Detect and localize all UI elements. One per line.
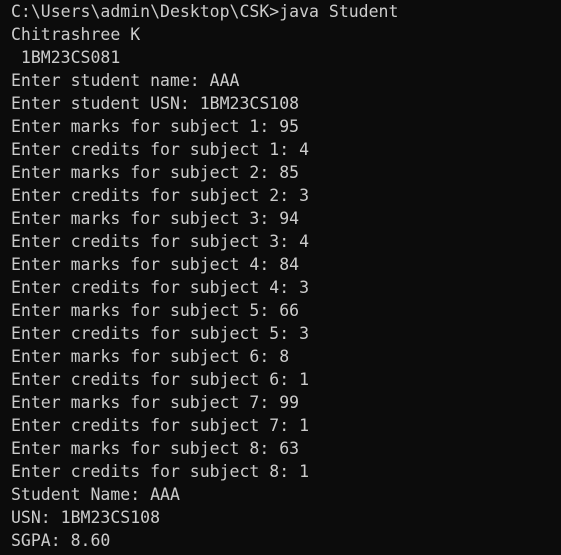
input-marks-subject-2: Enter marks for subject 2: 85 <box>11 163 300 182</box>
input-credits-subject-2: Enter credits for subject 2: 3 <box>11 186 310 205</box>
input-credits-subject-8: Enter credits for subject 8: 1 <box>11 462 310 481</box>
input-marks-subject-8: Enter marks for subject 8: 63 <box>11 439 300 458</box>
output-sgpa: SGPA: 8.60 <box>11 531 111 550</box>
output-student-usn: USN: 1BM23CS108 <box>11 508 161 527</box>
output-student-name: Student Name: AAA <box>11 485 180 504</box>
input-marks-subject-7: Enter marks for subject 7: 99 <box>11 393 300 412</box>
input-credits-subject-1: Enter credits for subject 1: 4 <box>11 140 310 159</box>
input-marks-subject-3: Enter marks for subject 3: 94 <box>11 209 300 228</box>
input-credits-subject-3: Enter credits for subject 3: 4 <box>11 232 310 251</box>
input-credits-subject-4: Enter credits for subject 4: 3 <box>11 278 310 297</box>
input-marks-subject-5: Enter marks for subject 5: 66 <box>11 301 300 320</box>
output-author-name: Chitrashree K <box>11 25 141 44</box>
input-credits-subject-7: Enter credits for subject 7: 1 <box>11 416 310 435</box>
output-author-usn: 1BM23CS081 <box>11 48 121 67</box>
input-credits-subject-6: Enter credits for subject 6: 1 <box>11 370 310 389</box>
terminal-window[interactable]: C:\Users\admin\Desktop\CSK>java Student … <box>0 0 561 555</box>
command-prompt-line: C:\Users\admin\Desktop\CSK>java Student <box>11 2 399 21</box>
input-student-usn: Enter student USN: 1BM23CS108 <box>11 94 300 113</box>
input-credits-subject-5: Enter credits for subject 5: 3 <box>11 324 310 343</box>
input-marks-subject-4: Enter marks for subject 4: 84 <box>11 255 300 274</box>
input-marks-subject-1: Enter marks for subject 1: 95 <box>11 117 300 136</box>
input-marks-subject-6: Enter marks for subject 6: 8 <box>11 347 290 366</box>
input-student-name: Enter student name: AAA <box>11 71 240 90</box>
